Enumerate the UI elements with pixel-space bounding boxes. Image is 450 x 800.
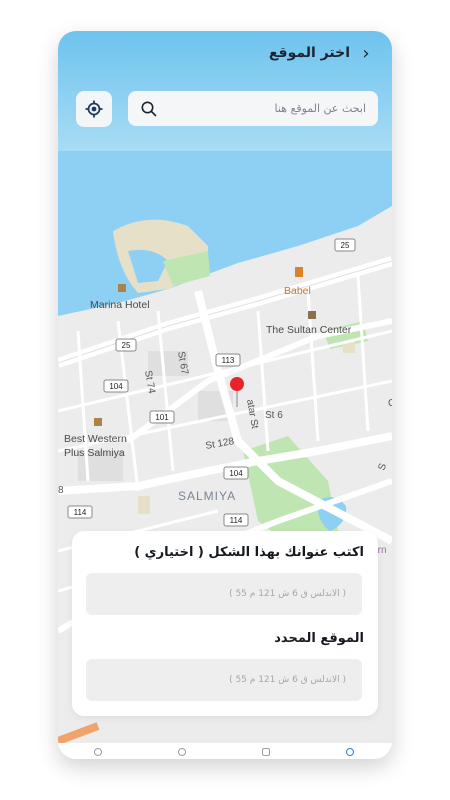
back-button[interactable]: ›	[356, 41, 376, 65]
svg-text:114: 114	[230, 516, 243, 525]
route-shield-101: 101	[149, 410, 175, 424]
svg-text:104: 104	[229, 469, 243, 478]
bag-icon[interactable]	[262, 748, 270, 756]
address-form-sheet: اكتب عنوانك بهذا الشكل ( اختياري ) الموق…	[72, 531, 378, 716]
svg-text:25: 25	[341, 241, 350, 250]
header: › اختر الموقع	[58, 31, 392, 151]
map-label-st8: 8	[58, 485, 64, 496]
search-icon[interactable]	[140, 100, 158, 118]
route-shield-114: 114	[67, 505, 93, 519]
svg-text:113: 113	[222, 356, 235, 365]
hotel-icon[interactable]	[118, 284, 126, 292]
hotel-icon[interactable]	[94, 418, 102, 426]
selected-location-input[interactable]	[86, 659, 362, 701]
svg-text:101: 101	[155, 413, 169, 422]
page-title: اختر الموقع	[268, 45, 350, 61]
map-label-best-western: Best Western	[64, 433, 127, 445]
bottom-nav	[58, 743, 392, 759]
map-label-st6: St 6	[265, 410, 283, 421]
shopping-icon[interactable]	[308, 311, 316, 319]
chevron-left-icon: ›	[362, 42, 370, 64]
search-input[interactable]	[166, 91, 366, 126]
map-label-best-western-2: Plus Salmiya	[64, 447, 125, 459]
svg-text:104: 104	[109, 382, 123, 391]
search-bar	[128, 91, 378, 126]
address-input[interactable]	[86, 573, 362, 615]
route-shield-25: 25	[115, 338, 137, 352]
map-label-c: C	[388, 398, 392, 409]
map-label-marina: Marina Hotel	[90, 299, 150, 311]
selected-location-label: الموقع المحدد	[274, 631, 364, 646]
map-label-salmiya: SALMIYA	[178, 489, 236, 503]
route-shield-104: 104	[103, 379, 129, 393]
route-shield-104: 104	[223, 466, 249, 480]
svg-text:25: 25	[122, 341, 131, 350]
restaurant-icon[interactable]	[295, 267, 303, 277]
search-icon[interactable]	[178, 748, 186, 756]
crosshair-icon	[85, 100, 103, 118]
address-label: اكتب عنوانك بهذا الشكل ( اختياري )	[134, 545, 364, 560]
route-shield-113: 113	[215, 353, 241, 367]
phone-screen: Marina Hotel Babel The Sultan Center Bes…	[58, 31, 392, 759]
home-icon[interactable]	[94, 748, 102, 756]
profile-icon[interactable]	[346, 748, 354, 756]
route-shield-25: 25	[334, 238, 356, 252]
svg-text:114: 114	[74, 508, 87, 517]
map-label-babel: Babel	[284, 285, 311, 297]
map-label-sultan: The Sultan Center	[266, 324, 352, 336]
current-location-button[interactable]	[76, 91, 112, 127]
route-shield-114: 114	[223, 513, 249, 527]
